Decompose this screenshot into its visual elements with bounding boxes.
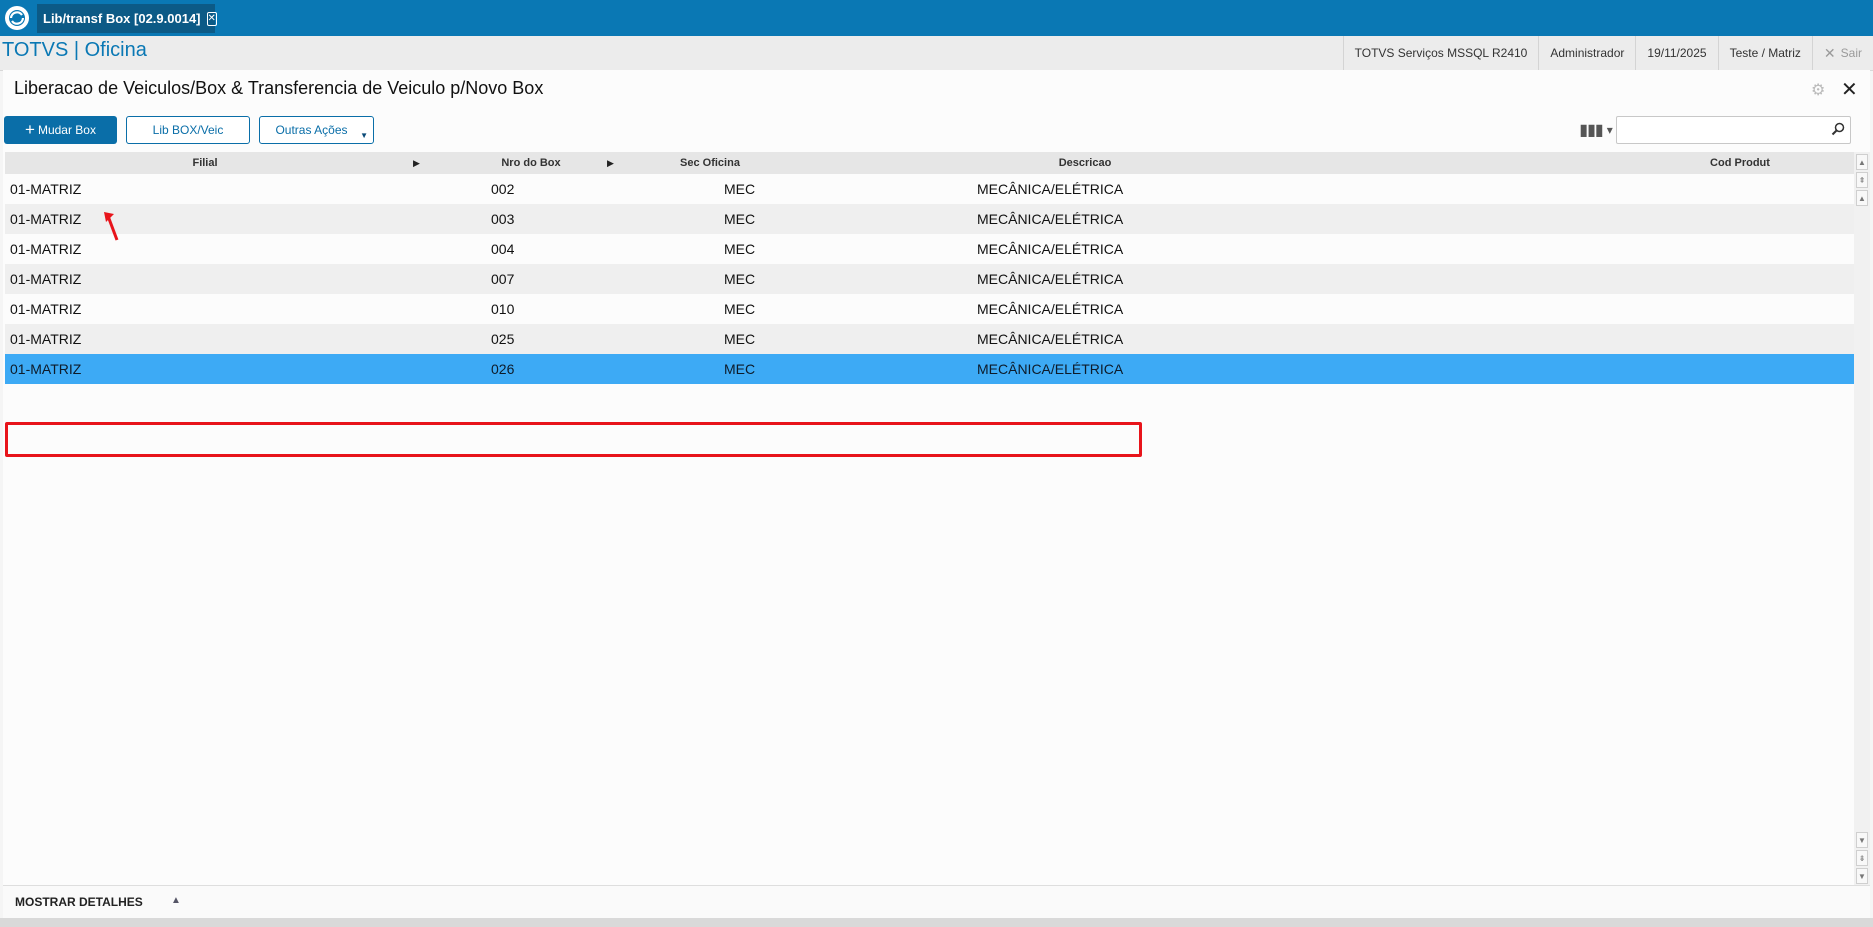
cell-box: 025: [491, 331, 515, 347]
sort-indicator-icon[interactable]: ▶: [413, 152, 420, 174]
cell-desc: MECÂNICA/ELÉTRICA: [977, 211, 1124, 227]
header-info: TOTVS Serviços MSSQL R2410 Administrador…: [1342, 36, 1873, 70]
close-icon: ✕: [1823, 44, 1836, 61]
cell-filial: 01-MATRIZ: [10, 181, 82, 197]
cell-box: 002: [491, 181, 515, 197]
tab-lib-transf-box[interactable]: Lib/transf Box [02.9.0014] ✕: [37, 4, 217, 33]
outras-acoes-button[interactable]: Outras Ações ▼: [259, 116, 374, 144]
cell-sec: MEC: [724, 361, 756, 377]
cell-box: 004: [491, 241, 515, 257]
scroll-page-up-icon[interactable]: ⇞: [1856, 172, 1868, 188]
search-input[interactable]: [1621, 118, 1825, 144]
tab-label: Lib/transf Box [02.9.0014]: [43, 11, 201, 26]
red-arrow-annotation-icon: [104, 212, 119, 241]
cell-sec: MEC: [724, 181, 756, 197]
gear-icon[interactable]: ⚙: [1811, 83, 1827, 99]
outras-acoes-label: Outras Ações: [275, 123, 348, 137]
table-row[interactable]: 01-MATRIZ 025 MEC MECÂNICA/ELÉTRICA: [5, 324, 1854, 354]
table-row[interactable]: 01-MATRIZ 004 MEC MECÂNICA/ELÉTRICA: [5, 234, 1854, 264]
scroll-page-down-icon[interactable]: ⇟: [1856, 850, 1868, 866]
header-bar: TOTVS | Oficina TOTVS Serviços MSSQL R24…: [0, 36, 1873, 71]
table-row[interactable]: 01-MATRIZ 007 MEC MECÂNICA/ELÉTRICA: [5, 264, 1854, 294]
cell-filial: 01-MATRIZ: [10, 361, 82, 377]
scroll-top-icon[interactable]: ▲: [1856, 154, 1868, 170]
cell-filial: 01-MATRIZ: [10, 211, 82, 227]
table-header: Filial ▶ Nro do Box ▶ Sec Oficina Descri…: [5, 152, 1854, 174]
selection-highlight-box: [5, 422, 1142, 457]
table-row[interactable]: 01-MATRIZ 003 MEC MECÂNICA/ELÉTRICA: [5, 204, 1854, 234]
cell-filial: 01-MATRIZ: [10, 301, 82, 317]
search-field[interactable]: [1616, 116, 1851, 144]
totvs-logo-icon[interactable]: [3, 4, 31, 32]
cell-desc: MECÂNICA/ELÉTRICA: [977, 301, 1124, 317]
cell-box: 003: [491, 211, 515, 227]
page-title: Liberacao de Veiculos/Box & Transferenci…: [14, 78, 544, 98]
chevron-up-icon[interactable]: ▲: [171, 895, 181, 906]
header-sec-oficina[interactable]: Sec Oficina: [625, 152, 795, 174]
table-row-selected[interactable]: 01-MATRIZ 026 MEC MECÂNICA/ELÉTRICA: [5, 354, 1854, 384]
caret-down-icon: ▼: [360, 131, 368, 140]
column-selector-button[interactable]: ▮▮▮ ▾: [1576, 116, 1616, 144]
box-table: Filial ▶ Nro do Box ▶ Sec Oficina Descri…: [5, 152, 1854, 457]
app-title-bar: Lib/transf Box [02.9.0014] ✕: [0, 0, 1873, 36]
main-panel: Liberacao de Veiculos/Box & Transferenci…: [3, 70, 1870, 919]
tab-close-icon[interactable]: ✕: [206, 11, 217, 26]
mudar-box-label: Mudar Box: [37, 123, 96, 137]
header-cod-produt[interactable]: Cod Produt: [1635, 152, 1845, 174]
columns-icon: ▮▮▮: [1579, 122, 1603, 139]
cell-box: 026: [491, 361, 515, 377]
cell-filial: 01-MATRIZ: [10, 271, 82, 287]
mudar-box-button[interactable]: + Mudar Box: [4, 116, 117, 144]
cell-desc: MECÂNICA/ELÉTRICA: [977, 241, 1124, 257]
brand-title: TOTVS | Oficina: [2, 39, 147, 61]
user-label[interactable]: Administrador: [1538, 36, 1635, 70]
close-window-icon[interactable]: ✕: [1841, 80, 1858, 100]
date-label[interactable]: 19/11/2025: [1635, 36, 1717, 70]
exit-label: Sair: [1840, 46, 1862, 60]
header-descricao[interactable]: Descricao: [955, 152, 1215, 174]
header-filial[interactable]: Filial: [5, 152, 405, 174]
cell-box: 007: [491, 271, 515, 287]
lib-box-veic-button[interactable]: Lib BOX/Veic: [126, 116, 250, 144]
header-nro-box[interactable]: Nro do Box: [431, 152, 631, 174]
environment-label[interactable]: TOTVS Serviços MSSQL R2410: [1342, 36, 1539, 70]
scroll-up-icon[interactable]: ▲: [1856, 190, 1868, 206]
table-row[interactable]: 01-MATRIZ 010 MEC MECÂNICA/ELÉTRICA: [5, 294, 1854, 324]
table-row[interactable]: 01-MATRIZ 002 MEC MECÂNICA/ELÉTRICA: [5, 174, 1854, 204]
chevron-down-icon: ▾: [1606, 123, 1613, 137]
branch-label[interactable]: Teste / Matriz: [1717, 36, 1812, 70]
cell-sec: MEC: [724, 301, 756, 317]
lib-box-veic-label: Lib BOX/Veic: [152, 123, 224, 137]
sort-indicator-icon[interactable]: ▶: [607, 152, 614, 174]
details-footer[interactable]: MOSTRAR DETALHES ▲: [3, 885, 1870, 919]
bottom-strip: [0, 918, 1873, 927]
cell-desc: MECÂNICA/ELÉTRICA: [977, 331, 1124, 347]
plus-icon: +: [25, 120, 35, 139]
cell-sec: MEC: [724, 271, 756, 287]
scroll-bottom-icon[interactable]: ▼: [1856, 868, 1868, 884]
cell-filial: 01-MATRIZ: [10, 331, 82, 347]
cell-desc: MECÂNICA/ELÉTRICA: [977, 271, 1124, 287]
show-details-label[interactable]: MOSTRAR DETALHES: [15, 895, 143, 909]
scroll-down-icon[interactable]: ▼: [1856, 832, 1868, 848]
cell-sec: MEC: [724, 241, 756, 257]
cell-desc: MECÂNICA/ELÉTRICA: [977, 181, 1124, 197]
exit-button[interactable]: ✕ Sair: [1811, 36, 1873, 70]
vertical-scrollbar[interactable]: ▲ ⇞ ▲ ▼ ⇟ ▼: [1854, 152, 1870, 885]
cell-sec: MEC: [724, 211, 756, 227]
cell-box: 010: [491, 301, 515, 317]
search-icon[interactable]: [1831, 122, 1845, 136]
cell-sec: MEC: [724, 331, 756, 347]
cell-desc: MECÂNICA/ELÉTRICA: [977, 361, 1124, 377]
cell-filial: 01-MATRIZ: [10, 241, 82, 257]
